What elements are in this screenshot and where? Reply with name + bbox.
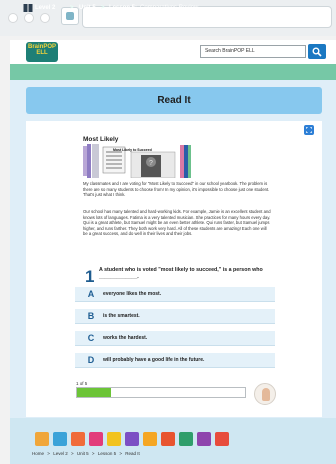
footer-crumb-separator: >: [119, 451, 122, 456]
video-icon[interactable]: [215, 432, 229, 446]
logo-text: BrainPOP ELL: [27, 44, 56, 56]
answer-letter: C: [87, 333, 95, 343]
article-paragraph: Our school has many talented and hard-wo…: [83, 209, 271, 237]
notes-icon[interactable]: [179, 432, 193, 446]
image-caption: Most Likely to Succeed: [113, 148, 152, 152]
article-image: ? Most Likely to Succeed: [83, 144, 200, 178]
window-maximize-dot[interactable]: [40, 13, 50, 23]
quiz-icon[interactable]: [161, 432, 175, 446]
search-input[interactable]: Search BrainPOP ELL: [200, 45, 306, 58]
footer-crumb-unit[interactable]: Unit 5: [77, 451, 89, 456]
search-icon: [312, 47, 322, 57]
site-header: BrainPOP ELL Search BrainPOP ELL: [10, 40, 336, 64]
footer-breadcrumb: Home > Level 2 > Unit 5 > Lesson 5 > Rea…: [32, 451, 142, 456]
answer-option-d[interactable]: D will probably have a good life in the …: [75, 353, 275, 368]
footer-crumb-home[interactable]: Home: [32, 451, 44, 456]
window-minimize-dot[interactable]: [24, 13, 34, 23]
progress-avatar: [254, 383, 276, 405]
answer-option-c[interactable]: C works the hardest.: [75, 331, 275, 346]
book-icon: [23, 4, 33, 12]
puzzle-icon[interactable]: [143, 432, 157, 446]
answer-option-a[interactable]: A everyone likes the most.: [75, 287, 275, 302]
progress-label: 1 of 5: [76, 381, 88, 386]
breadcrumb-lesson-title: Comparatives Review: [140, 5, 199, 11]
movie-icon[interactable]: [35, 432, 49, 446]
footer-crumb-separator: >: [47, 451, 50, 456]
article-paragraph: My classmates and I are voting for "Most…: [83, 181, 270, 198]
breadcrumb-lesson: Lesson 5:: [109, 5, 138, 11]
answer-letter: B: [87, 311, 95, 321]
character-icon[interactable]: [89, 432, 103, 446]
answer-text: works the hardest.: [103, 335, 148, 341]
footer-crumb-level[interactable]: Level 2: [53, 451, 68, 456]
answer-option-b[interactable]: B is the smartest.: [75, 309, 275, 324]
answer-letter: D: [87, 355, 95, 365]
breadcrumb-level[interactable]: Level 2: [35, 3, 55, 13]
breadcrumb: [10, 64, 336, 80]
progress-bar: [76, 387, 246, 398]
footer-crumb-lesson[interactable]: Lesson 5: [98, 451, 116, 456]
window-close-dot[interactable]: [8, 13, 18, 23]
answer-text: will probably have a good life in the fu…: [103, 357, 205, 363]
brainpop-logo[interactable]: BrainPOP ELL: [26, 42, 58, 62]
breadcrumb-separator: >: [101, 5, 105, 11]
activity-icon[interactable]: [71, 432, 85, 446]
chat-icon[interactable]: [53, 432, 67, 446]
answer-letter: A: [87, 289, 95, 299]
footer-crumb-separator: >: [70, 451, 74, 456]
article-title: Most Likely: [83, 136, 119, 143]
question-number: 1: [85, 267, 95, 286]
question-text: A student who is voted "most likely to s…: [99, 267, 263, 280]
game-icon[interactable]: [125, 432, 139, 446]
fullscreen-button[interactable]: [304, 125, 314, 135]
footer-crumb-current: Read It: [125, 451, 140, 456]
share-icon[interactable]: [197, 432, 211, 446]
breadcrumb-unit[interactable]: Unit 5: [79, 3, 96, 13]
answer-text: everyone likes the most.: [103, 291, 162, 297]
svg-text:?: ?: [149, 160, 153, 167]
breadcrumb-separator: >: [70, 5, 74, 11]
expand-icon: [306, 127, 312, 133]
search-button[interactable]: [308, 44, 326, 59]
trophy-icon[interactable]: [107, 432, 121, 446]
section-title: Read It: [157, 95, 191, 106]
footer-crumb-separator: >: [91, 451, 95, 456]
answer-text: is the smartest.: [103, 313, 140, 319]
section-banner: Read It: [26, 87, 322, 114]
progress-fill: [77, 388, 111, 397]
